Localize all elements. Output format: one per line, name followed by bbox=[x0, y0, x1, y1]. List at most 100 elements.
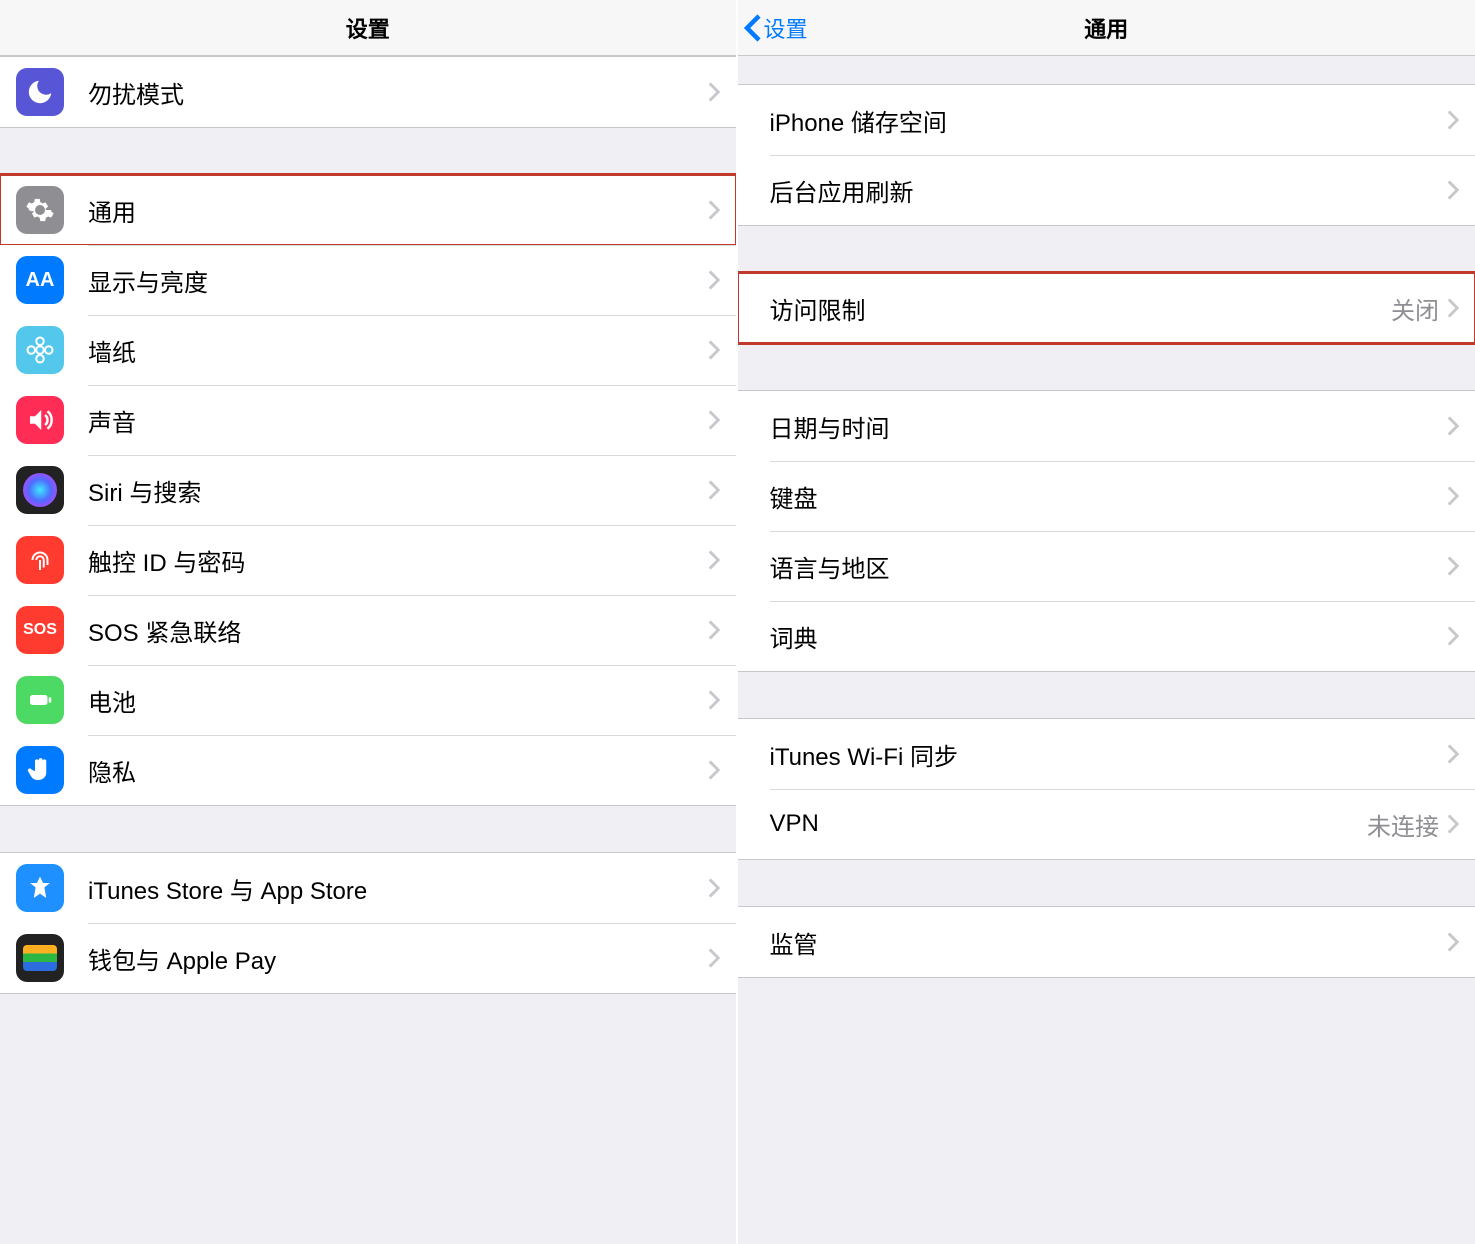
row-vpn[interactable]: VPN 未连接 bbox=[738, 789, 1475, 859]
chevron-right-icon bbox=[1447, 626, 1459, 646]
row-general[interactable]: 通用 bbox=[0, 175, 736, 245]
settings-group-1: 通用 AA 显示与亮度 墙纸 声音 Siri 与搜索 bbox=[0, 174, 736, 806]
chevron-right-icon bbox=[1447, 814, 1459, 834]
chevron-right-icon bbox=[708, 620, 720, 640]
row-label: iTunes Store 与 App Store bbox=[88, 871, 708, 906]
settings-group-2: iTunes Store 与 App Store 钱包与 Apple Pay bbox=[0, 852, 736, 994]
row-value: 关闭 bbox=[1391, 291, 1439, 326]
row-itunes-wifi-sync[interactable]: iTunes Wi-Fi 同步 bbox=[738, 719, 1475, 789]
speaker-icon bbox=[16, 396, 64, 444]
row-touchid-passcode[interactable]: 触控 ID 与密码 bbox=[0, 525, 736, 595]
chevron-right-icon bbox=[708, 690, 720, 710]
appstore-icon bbox=[16, 864, 64, 912]
sos-icon: SOS bbox=[16, 606, 64, 654]
chevron-right-icon bbox=[708, 82, 720, 102]
general-group-1: 访问限制 关闭 bbox=[738, 272, 1475, 344]
chevron-right-icon bbox=[1447, 932, 1459, 952]
row-label: 词典 bbox=[770, 619, 1448, 654]
general-pane: 设置 通用 iPhone 储存空间 后台应用刷新 访问限制 关闭 日期与时间 键… bbox=[738, 0, 1475, 1244]
row-keyboard[interactable]: 键盘 bbox=[738, 461, 1475, 531]
group-spacer bbox=[738, 226, 1475, 272]
chevron-right-icon bbox=[708, 948, 720, 968]
settings-pane: 设置 勿扰模式 通用 AA 显示与亮度 墙 bbox=[0, 0, 738, 1244]
general-group-2: 日期与时间 键盘 语言与地区 词典 bbox=[738, 390, 1475, 672]
row-label: 钱包与 Apple Pay bbox=[88, 941, 708, 976]
row-label: Siri 与搜索 bbox=[88, 473, 708, 508]
chevron-right-icon bbox=[1447, 744, 1459, 764]
row-label: 键盘 bbox=[770, 479, 1448, 514]
moon-icon bbox=[16, 68, 64, 116]
row-label: 监管 bbox=[770, 925, 1448, 960]
general-title: 通用 bbox=[1084, 12, 1128, 44]
row-sounds[interactable]: 声音 bbox=[0, 385, 736, 455]
chevron-right-icon bbox=[708, 878, 720, 898]
chevron-left-icon bbox=[744, 13, 762, 43]
row-label: 通用 bbox=[88, 193, 708, 228]
row-battery[interactable]: 电池 bbox=[0, 665, 736, 735]
row-label: 电池 bbox=[88, 683, 708, 718]
chevron-right-icon bbox=[708, 340, 720, 360]
siri-icon bbox=[16, 466, 64, 514]
row-language-region[interactable]: 语言与地区 bbox=[738, 531, 1475, 601]
row-itunes-appstore[interactable]: iTunes Store 与 App Store bbox=[0, 853, 736, 923]
chevron-right-icon bbox=[1447, 416, 1459, 436]
group-spacer bbox=[738, 344, 1475, 390]
general-group-3: iTunes Wi-Fi 同步 VPN 未连接 bbox=[738, 718, 1475, 860]
chevron-right-icon bbox=[708, 480, 720, 500]
row-label: iTunes Wi-Fi 同步 bbox=[770, 737, 1448, 772]
chevron-right-icon bbox=[1447, 486, 1459, 506]
gear-icon bbox=[16, 186, 64, 234]
row-label: VPN bbox=[770, 810, 1368, 838]
row-label: 隐私 bbox=[88, 753, 708, 788]
group-spacer bbox=[738, 56, 1475, 84]
row-profiles[interactable]: 监管 bbox=[738, 907, 1475, 977]
row-label: 墙纸 bbox=[88, 333, 708, 368]
flower-icon bbox=[16, 326, 64, 374]
row-label: 触控 ID 与密码 bbox=[88, 543, 708, 578]
settings-title: 设置 bbox=[346, 12, 390, 44]
chevron-right-icon bbox=[708, 200, 720, 220]
chevron-right-icon bbox=[708, 760, 720, 780]
row-value: 未连接 bbox=[1367, 807, 1439, 842]
chevron-right-icon bbox=[1447, 110, 1459, 130]
row-background-app-refresh[interactable]: 后台应用刷新 bbox=[738, 155, 1475, 225]
chevron-right-icon bbox=[1447, 180, 1459, 200]
row-iphone-storage[interactable]: iPhone 储存空间 bbox=[738, 85, 1475, 155]
row-wallet-applepay[interactable]: 钱包与 Apple Pay bbox=[0, 923, 736, 993]
row-label: iPhone 储存空间 bbox=[770, 103, 1448, 138]
row-dictionary[interactable]: 词典 bbox=[738, 601, 1475, 671]
row-label: SOS 紧急联络 bbox=[88, 613, 708, 648]
group-spacer bbox=[738, 672, 1475, 718]
general-header: 设置 通用 bbox=[738, 0, 1475, 56]
row-sos[interactable]: SOS SOS 紧急联络 bbox=[0, 595, 736, 665]
row-label: 后台应用刷新 bbox=[770, 173, 1448, 208]
row-label: 语言与地区 bbox=[770, 549, 1448, 584]
row-display-brightness[interactable]: AA 显示与亮度 bbox=[0, 245, 736, 315]
row-do-not-disturb[interactable]: 勿扰模式 bbox=[0, 57, 736, 127]
group-spacer bbox=[0, 128, 736, 174]
battery-icon bbox=[16, 676, 64, 724]
settings-header: 设置 bbox=[0, 0, 736, 56]
row-wallpaper[interactable]: 墙纸 bbox=[0, 315, 736, 385]
chevron-right-icon bbox=[708, 410, 720, 430]
row-label: 访问限制 bbox=[770, 291, 1392, 326]
row-date-time[interactable]: 日期与时间 bbox=[738, 391, 1475, 461]
back-button[interactable]: 设置 bbox=[744, 12, 808, 44]
group-spacer bbox=[0, 806, 736, 852]
chevron-right-icon bbox=[708, 270, 720, 290]
row-label: 声音 bbox=[88, 403, 708, 438]
row-restrictions[interactable]: 访问限制 关闭 bbox=[738, 273, 1475, 343]
general-group-4: 监管 bbox=[738, 906, 1475, 978]
group-spacer bbox=[738, 860, 1475, 906]
row-siri-search[interactable]: Siri 与搜索 bbox=[0, 455, 736, 525]
row-label: 日期与时间 bbox=[770, 409, 1448, 444]
chevron-right-icon bbox=[708, 550, 720, 570]
fingerprint-icon bbox=[16, 536, 64, 584]
row-privacy[interactable]: 隐私 bbox=[0, 735, 736, 805]
row-label: 显示与亮度 bbox=[88, 263, 708, 298]
row-label: 勿扰模式 bbox=[88, 75, 708, 110]
chevron-right-icon bbox=[1447, 298, 1459, 318]
hand-icon bbox=[16, 746, 64, 794]
display-aa-icon: AA bbox=[16, 256, 64, 304]
general-group-0: iPhone 储存空间 后台应用刷新 bbox=[738, 84, 1475, 226]
